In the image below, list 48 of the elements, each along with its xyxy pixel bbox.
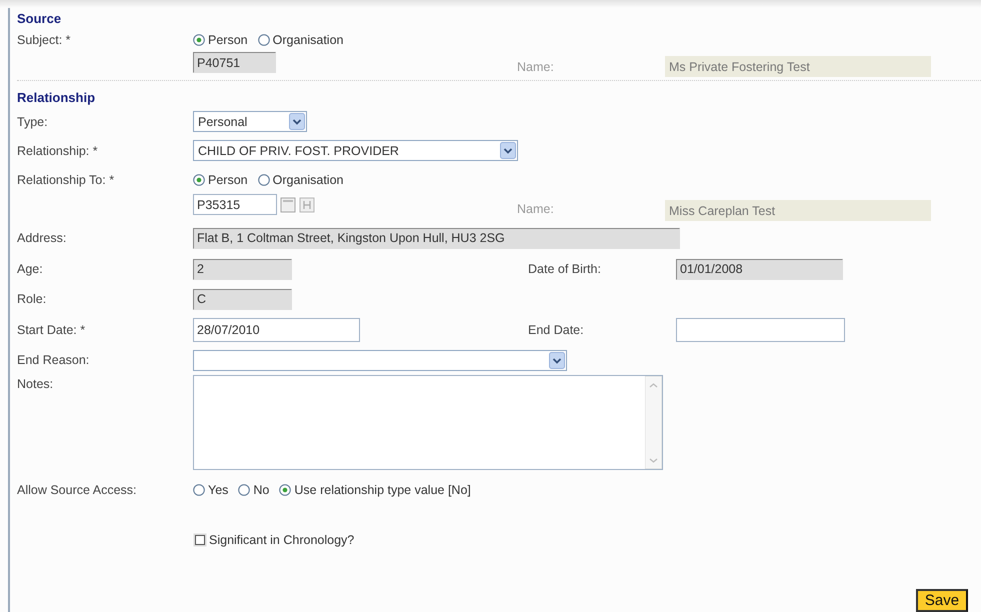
radio-button[interactable] (258, 34, 270, 46)
checkbox-option[interactable]: Significant in Chronology? (193, 533, 354, 547)
field-label: Name: (517, 60, 555, 74)
radio-option[interactable]: Person (193, 172, 248, 186)
age-field: 2 (193, 258, 292, 280)
radio-button[interactable] (193, 174, 205, 186)
scrollbar[interactable] (645, 376, 662, 469)
address-field: Flat B, 1 Coltman Street, Kingston Upon Hull, HU3 2SG (193, 228, 680, 248)
field-label: Name: (517, 202, 555, 216)
notes-field[interactable] (193, 375, 663, 470)
radio-button[interactable] (258, 174, 270, 186)
field-label: End Date: (528, 322, 585, 336)
section-heading: Relationship (17, 89, 96, 107)
end-date-field[interactable] (676, 318, 845, 342)
radio-button[interactable] (238, 484, 250, 496)
field-label: Start Date: * (17, 322, 86, 336)
name-field: Ms Private Fostering Test (665, 56, 931, 77)
radio-option[interactable]: Organisation (258, 172, 344, 186)
name-field: Miss Careplan Test (665, 200, 931, 221)
id-field: P40751 (193, 52, 276, 73)
field-label: Relationship To: * (17, 172, 116, 186)
start-date-field[interactable]: 28/07/2010 (193, 318, 360, 342)
radio-button[interactable] (279, 484, 292, 496)
checkbox[interactable] (193, 533, 207, 547)
id-field[interactable]: P35315 (193, 194, 277, 215)
radio-button[interactable] (193, 34, 205, 46)
field-label: Type: (17, 114, 49, 128)
radio-option[interactable]: Person (193, 33, 248, 47)
field-label: Allow Source Access: (17, 483, 138, 497)
radio-option[interactable]: No (238, 483, 270, 497)
relationship-dropdown[interactable]: CHILD OF PRIV. FOST. PROVIDER (193, 140, 518, 161)
field-label: Role: (17, 292, 48, 306)
field-label: Notes: (17, 377, 54, 391)
radio-option[interactable]: Yes (193, 483, 228, 497)
radio-option[interactable]: Organisation (258, 33, 344, 47)
field-label: Age: (17, 262, 44, 276)
radio-button[interactable] (193, 484, 205, 496)
radio-option[interactable]: Use relationship type value [No] (279, 483, 471, 497)
field-label: End Reason: (17, 353, 90, 367)
section-heading: Source (17, 10, 62, 28)
field-label: Subject: * (17, 33, 72, 47)
type-dropdown[interactable]: Personal (193, 111, 307, 132)
field-label: Date of Birth: (528, 262, 602, 276)
role-field: C (193, 288, 292, 310)
field-label: Relationship: * (17, 144, 99, 158)
save-button[interactable]: Save (916, 589, 968, 612)
field-label: Address: (17, 231, 68, 245)
date-of-birth-field: 01/01/2008 (676, 258, 843, 280)
